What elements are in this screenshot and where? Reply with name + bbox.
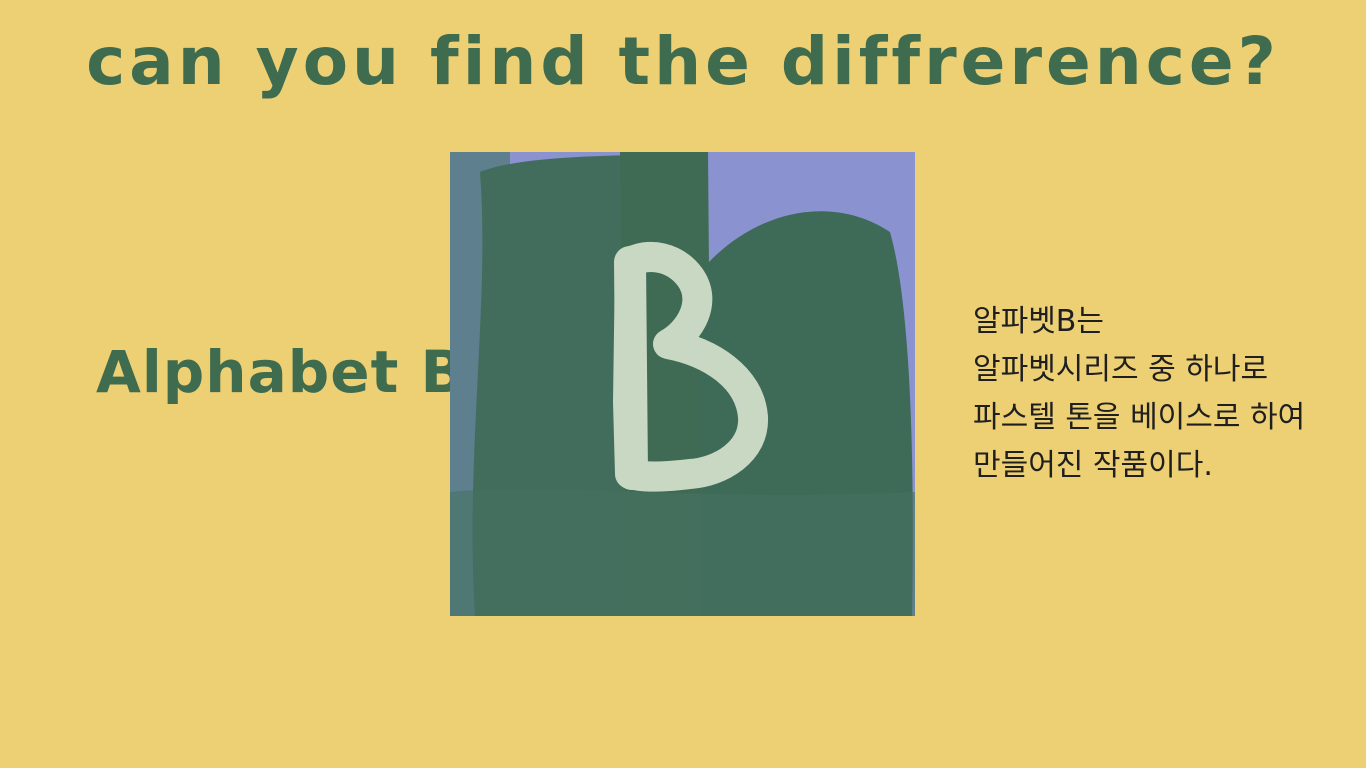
artwork-description: 알파벳B는 알파벳시리즈 중 하나로 파스텔 톤을 베이스로 하여 만들어진 작… (973, 298, 1353, 490)
artwork-letter-b-stem (614, 246, 648, 490)
artwork-image (450, 152, 915, 616)
description-line: 만들어진 작품이다. (973, 448, 1213, 483)
artwork-brush-stroke-bottom (450, 489, 915, 616)
description-line: 파스텔 톤을 베이스로 하여 (973, 400, 1306, 435)
slide-title: can you find the diffrerence? (86, 23, 1280, 100)
description-line: 알파벳B는 (973, 304, 1104, 339)
artwork-subtitle: Alphabet B (96, 338, 466, 406)
artwork-painting (450, 152, 915, 616)
description-line: 알파벳시리즈 중 하나로 (973, 352, 1269, 387)
